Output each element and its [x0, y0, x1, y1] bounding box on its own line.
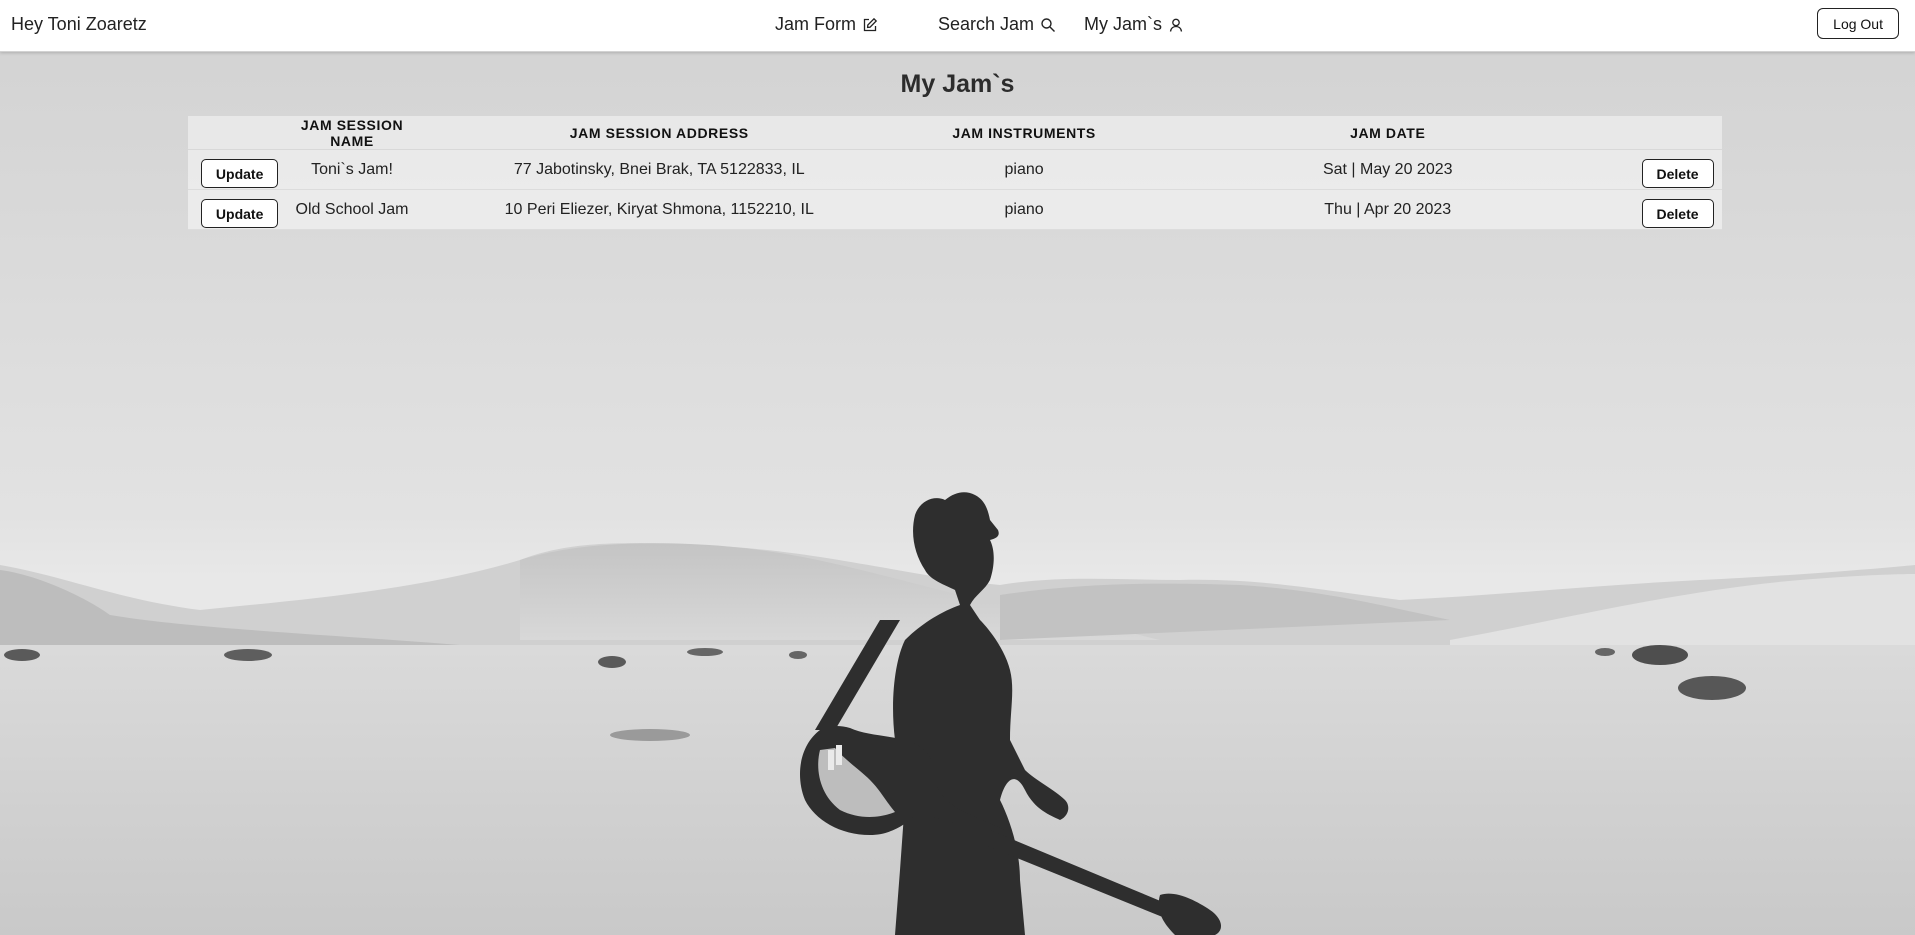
search-icon: [1041, 17, 1056, 32]
user-greeting: Hey Toni Zoaretz: [11, 14, 147, 34]
table-header-row: JAM SESSION NAME JAM SESSION ADDRESS JAM…: [188, 116, 1722, 150]
page: Hey Toni Zoaretz Jam Form Search Jam My …: [0, 0, 1915, 935]
jam-address: 77 Jabotinsky, Bnei Brak, TA 5122833, IL: [513, 161, 805, 178]
cell-instruments: piano: [905, 189, 1143, 230]
page-title: My Jam`s: [900, 70, 1015, 98]
row-actions-left: Update: [188, 149, 292, 190]
row-actions-left: Update: [188, 189, 292, 230]
table-row: Update Old School Jam 10 Peri Eliezer, K…: [188, 189, 1722, 230]
cell-date: Sat | May 20 2023: [1142, 149, 1634, 190]
nav-link-label: Jam Form: [775, 14, 856, 34]
nav-link-search-jam[interactable]: Search Jam: [938, 14, 1056, 35]
delete-button[interactable]: Delete: [1641, 159, 1714, 188]
row-actions-right: Delete: [1633, 189, 1722, 230]
column-header-date: JAM DATE: [1142, 116, 1634, 150]
header-spacer: [1633, 116, 1722, 150]
nav-link-my-jams[interactable]: My Jam`s: [1084, 14, 1184, 35]
table-row: Update Toni`s Jam! 77 Jabotinsky, Bnei B…: [188, 149, 1722, 190]
column-header-address: JAM SESSION ADDRESS: [412, 116, 906, 150]
column-header-instruments: JAM INSTRUMENTS: [905, 116, 1143, 150]
header-spacer: [188, 116, 292, 150]
nav-link-jam-form[interactable]: Jam Form: [775, 14, 878, 35]
jam-name: Old School Jam: [295, 201, 409, 218]
cell-name: Toni`s Jam!: [291, 149, 413, 190]
logout-button[interactable]: Log Out: [1817, 8, 1899, 39]
nav-link-label: Search Jam: [938, 14, 1035, 34]
jam-date: Sat | May 20 2023: [1322, 161, 1453, 178]
jam-address: 10 Peri Eliezer, Kiryat Shmona, 1152210,…: [504, 201, 814, 218]
update-button[interactable]: Update: [200, 159, 279, 188]
update-button[interactable]: Update: [200, 199, 279, 228]
jam-instruments: piano: [1004, 201, 1044, 218]
cell-instruments: piano: [905, 149, 1143, 190]
row-actions-right: Delete: [1633, 149, 1722, 190]
column-header-name: JAM SESSION NAME: [291, 116, 413, 150]
jam-date: Thu | Apr 20 2023: [1324, 201, 1452, 218]
user-icon: [1169, 18, 1183, 32]
nav-link-label: My Jam`s: [1084, 14, 1162, 34]
edit-icon: [863, 17, 878, 31]
jams-table: JAM SESSION NAME JAM SESSION ADDRESS JAM…: [188, 116, 1722, 230]
top-navbar: Hey Toni Zoaretz Jam Form Search Jam My …: [0, 0, 1915, 52]
delete-button[interactable]: Delete: [1641, 199, 1714, 228]
jam-instruments: piano: [1004, 161, 1044, 178]
cell-address: 77 Jabotinsky, Bnei Brak, TA 5122833, IL: [412, 149, 906, 190]
jams-table-container: JAM SESSION NAME JAM SESSION ADDRESS JAM…: [188, 116, 1722, 230]
cell-date: Thu | Apr 20 2023: [1142, 189, 1634, 230]
cell-name: Old School Jam: [291, 189, 413, 230]
cell-address: 10 Peri Eliezer, Kiryat Shmona, 1152210,…: [412, 189, 906, 230]
jam-name: Toni`s Jam!: [311, 161, 393, 178]
